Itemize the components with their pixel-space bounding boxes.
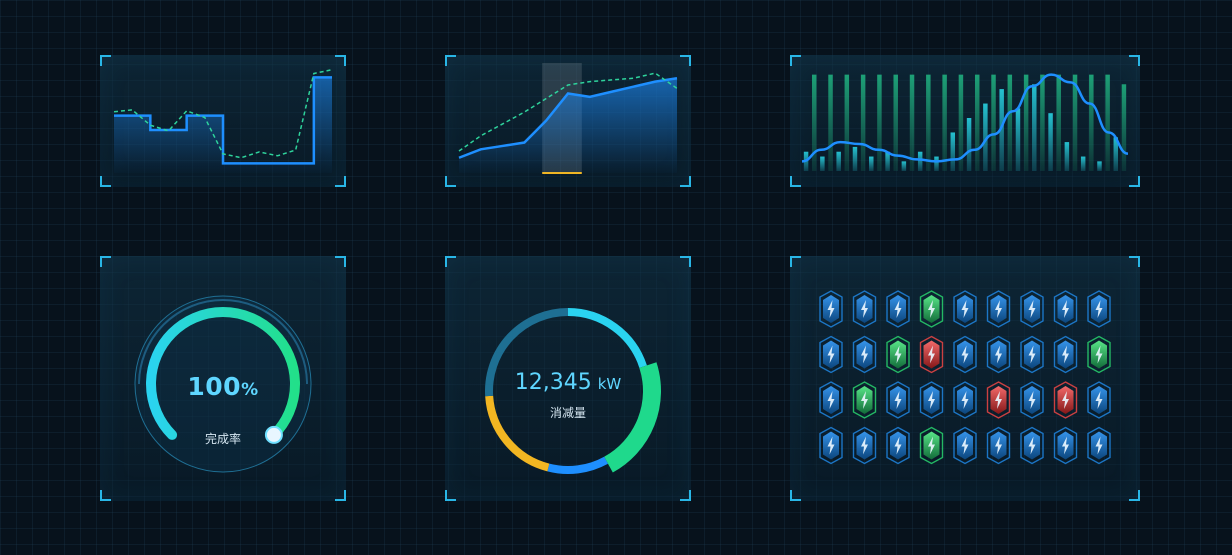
battery-cell-normal	[919, 381, 944, 419]
donut-segment	[547, 456, 608, 474]
bar	[974, 74, 980, 171]
gauge-value: 100%	[100, 372, 346, 401]
battery-cell-normal	[1087, 381, 1111, 419]
donut-segment	[567, 308, 647, 368]
bar	[991, 74, 996, 171]
battery-cell-normal	[1087, 426, 1111, 465]
panel-area-line-chart	[445, 55, 691, 187]
bar	[877, 74, 882, 171]
battery-cell-normal	[819, 381, 843, 419]
bar	[820, 156, 825, 171]
battery-cell-normal	[819, 335, 843, 374]
battery-cell-ok	[919, 426, 944, 465]
bar	[1089, 74, 1094, 171]
battery-cell-normal	[852, 290, 877, 328]
battery-cell-normal	[1053, 335, 1078, 374]
battery-cell-normal	[1020, 290, 1044, 328]
battery-cell-normal	[886, 426, 910, 465]
battery-cell-ok	[886, 335, 910, 374]
bar	[909, 74, 915, 171]
bar	[1056, 74, 1061, 171]
battery-cell-normal	[886, 381, 910, 419]
donut-center-label: 消减量	[549, 406, 586, 420]
bar	[1048, 113, 1053, 171]
donut-center-value: 12,345 kW	[445, 370, 691, 395]
panel-bar-curve-chart	[790, 55, 1140, 187]
bar	[852, 146, 858, 171]
battery-cell-normal	[953, 426, 977, 465]
bar	[828, 74, 833, 171]
battery-cell-normal	[953, 381, 977, 419]
bar	[860, 74, 866, 171]
battery-cell-normal	[852, 426, 877, 465]
step-line-chart	[113, 68, 333, 173]
bar	[885, 151, 890, 171]
bar	[1040, 74, 1045, 171]
bar	[917, 151, 923, 171]
bar	[942, 74, 947, 171]
battery-cell-normal	[886, 290, 910, 328]
gauge-label: 完成率	[204, 432, 241, 446]
panel-step-line-chart	[100, 55, 346, 187]
bar-curve-chart	[801, 73, 1129, 171]
bar	[1064, 142, 1070, 171]
battery-cell-normal	[1087, 290, 1111, 328]
panel-gauge: 100% 完成率	[100, 256, 346, 501]
battery-cell-alarm	[919, 335, 944, 374]
bar	[926, 74, 931, 171]
bar	[1121, 84, 1127, 171]
battery-status-grid	[819, 290, 1111, 465]
battery-cell-alarm	[1053, 381, 1078, 419]
bar	[1015, 108, 1021, 171]
panel-donut: 12,345 kW 消减量	[445, 256, 691, 501]
bar	[836, 151, 841, 171]
trend-curve	[801, 73, 1129, 163]
bar	[934, 156, 939, 171]
battery-cell-normal	[1020, 381, 1044, 419]
battery-cell-normal	[986, 290, 1011, 328]
bar	[1072, 74, 1078, 171]
battery-cell-normal	[953, 335, 977, 374]
bar	[966, 118, 972, 171]
battery-cell-normal	[819, 426, 843, 465]
battery-cell-ok	[852, 381, 877, 419]
gauge-value-unit: %	[241, 380, 259, 400]
battery-cell-alarm	[986, 381, 1011, 419]
battery-cell-normal	[986, 335, 1011, 374]
bar	[1097, 161, 1102, 171]
battery-cell-ok	[1087, 335, 1111, 374]
area-line-chart	[458, 63, 678, 174]
battery-cell-normal	[819, 290, 843, 328]
bar	[1080, 156, 1086, 171]
battery-cell-ok	[919, 290, 944, 328]
gauge-value-number: 100	[187, 372, 242, 401]
donut-value-unit: kW	[597, 375, 622, 393]
battery-cell-normal	[986, 426, 1011, 465]
battery-cell-normal	[852, 335, 877, 374]
battery-cell-normal	[953, 290, 977, 328]
bar	[950, 132, 956, 171]
bar	[1105, 74, 1110, 171]
bar	[1032, 84, 1037, 171]
bar	[1007, 74, 1013, 171]
donut-value-number: 12,345	[514, 370, 592, 395]
battery-cell-normal	[1020, 335, 1044, 374]
bar	[811, 74, 817, 171]
bar	[901, 161, 907, 171]
panel-battery-grid	[790, 256, 1140, 501]
bar	[869, 156, 874, 171]
battery-cell-normal	[1053, 290, 1078, 328]
battery-cell-normal	[1020, 426, 1044, 465]
battery-cell-normal	[1053, 426, 1078, 465]
bar	[844, 74, 850, 171]
